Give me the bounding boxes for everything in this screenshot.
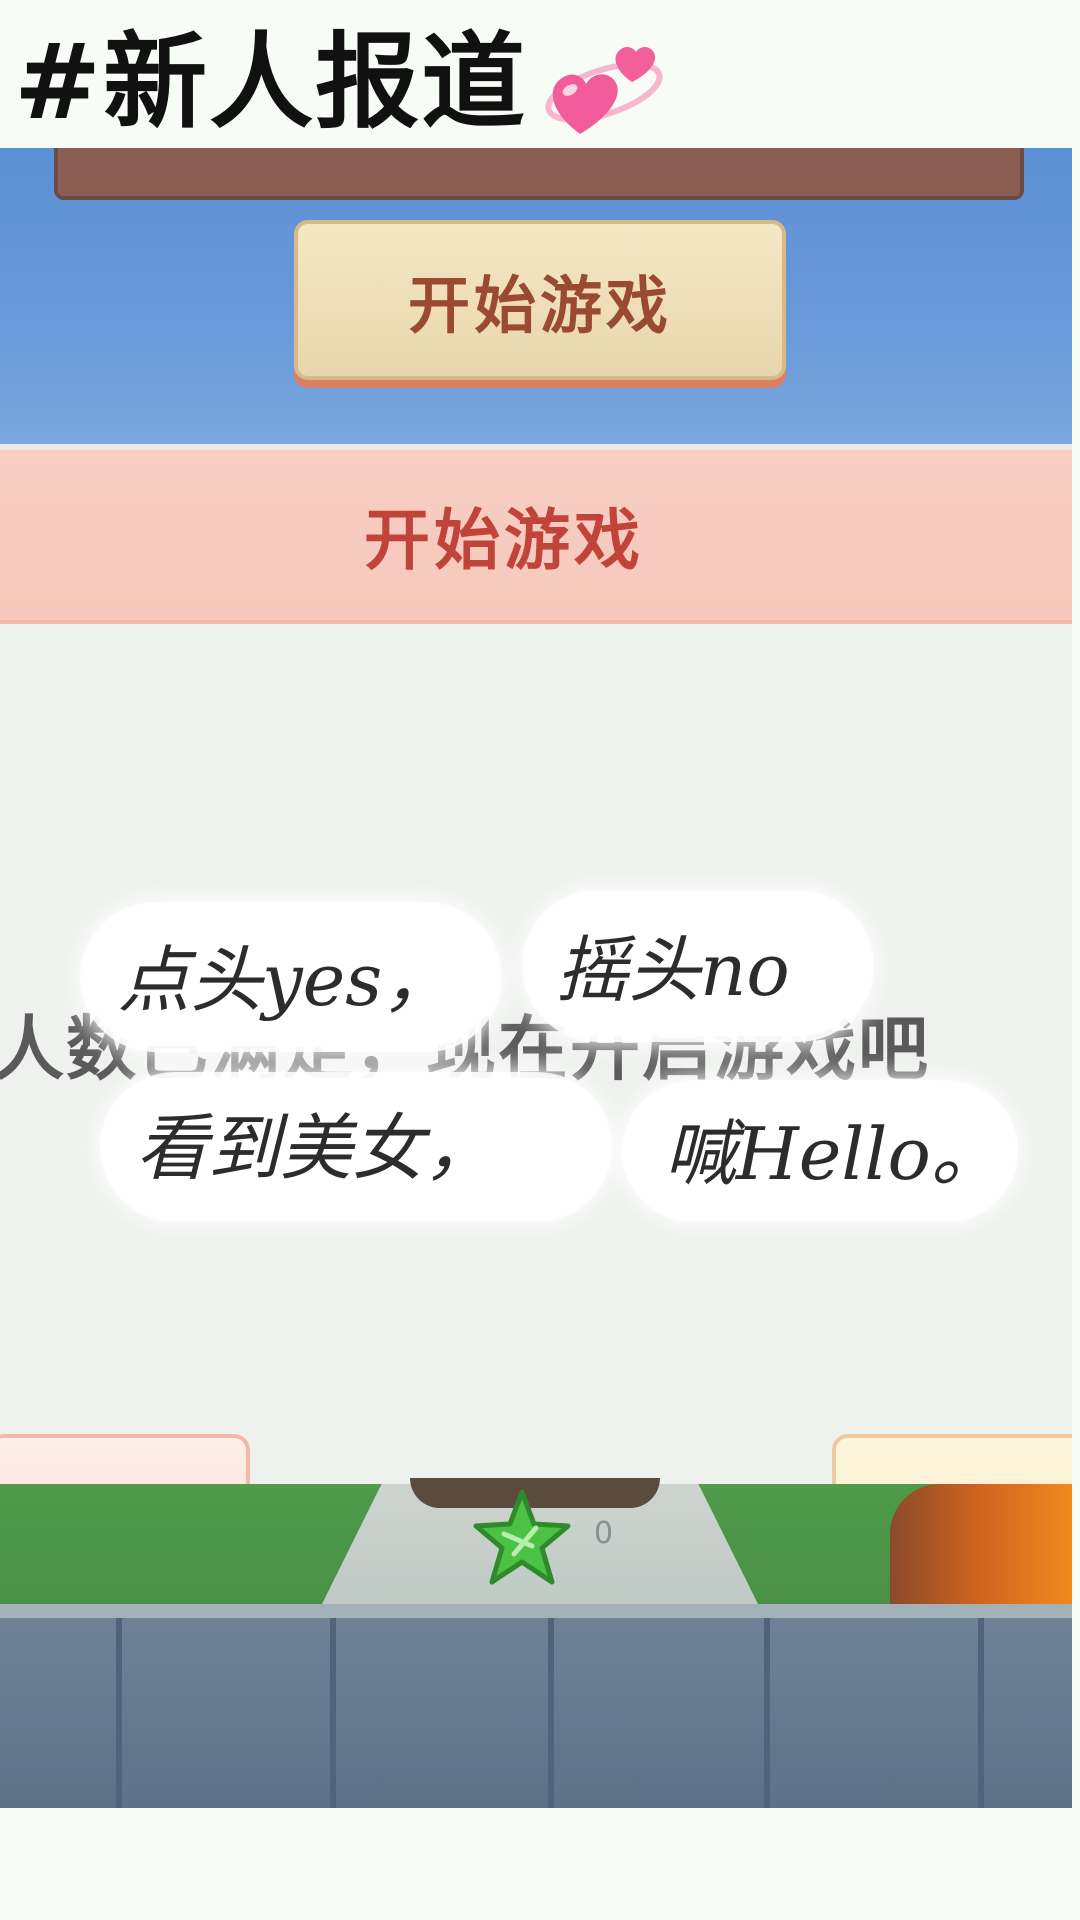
tile-divider [548,1618,554,1808]
two-hearts-icon [545,46,663,134]
right-margin [1072,148,1080,1808]
tile-divider [330,1618,336,1808]
star-count: 0 [594,1516,614,1551]
floor-tiles [0,1618,1072,1808]
tile-divider [116,1618,122,1808]
floor-edge [0,1604,1072,1618]
subtitle-line2-b: 喊Hello。 [664,1112,1003,1196]
caption-title: #新人报道 [14,21,528,143]
subtitle-line2-a: 看到美女， [136,1106,497,1190]
caption-header: #新人报道 [0,0,1080,148]
tile-divider [978,1618,984,1808]
dialog-header: 开始游戏 [0,444,1072,624]
green-star-icon [473,1489,571,1585]
start-game-button-top[interactable]: 开始游戏 [294,220,786,380]
video-frame: #新人报道 开始游戏 开始游戏 人数已满足，现在开启游戏吧 列表 开始 [0,0,1080,1920]
tile-divider [764,1618,770,1808]
start-game-button-top-label: 开始游戏 [407,269,672,342]
subtitle-line1-b: 摇头no [556,928,790,1012]
dialog-title: 开始游戏 [364,502,644,579]
top-panel-edge [54,148,1024,200]
bottom-blank-area [0,1808,1080,1920]
subtitle-line1-a: 点头yes， [118,938,455,1022]
